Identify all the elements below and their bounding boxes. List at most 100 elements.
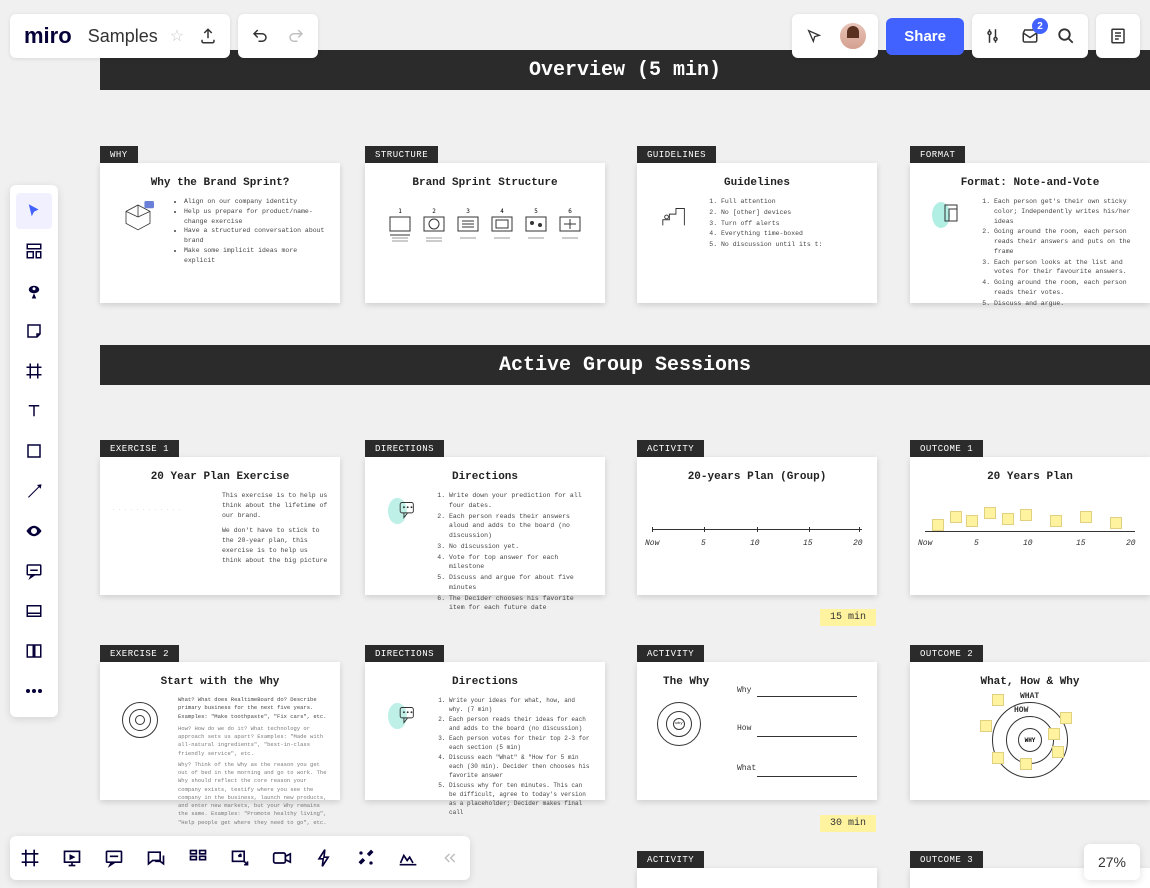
text-tool[interactable] (16, 393, 52, 429)
list-item: No discussion yet. (449, 542, 593, 552)
chat-icon (377, 696, 429, 818)
comments-icon[interactable] (102, 846, 126, 870)
card-outcome-2[interactable]: What, How & Why WHY WHAT HOW (910, 662, 1150, 800)
card-label: DIRECTIONS (365, 645, 444, 663)
card-title: Start with the Why (100, 662, 340, 696)
activity-icon[interactable] (312, 846, 336, 870)
card-label: ACTIVITY (637, 440, 704, 458)
pen-tool[interactable] (16, 273, 52, 309)
card-activity-2[interactable]: The Why why Why How What (637, 662, 877, 800)
tick-label: 5 (701, 539, 706, 548)
chat-panel-icon[interactable] (144, 846, 168, 870)
card-title: Directions (365, 457, 605, 491)
card-text: What? What does RealtimeBoard do? Descri… (178, 696, 328, 721)
card-text: We don't have to stick to the 20-year pl… (222, 526, 328, 565)
presence-group (792, 14, 878, 58)
settings-icon[interactable] (982, 24, 1006, 48)
bottom-toolbar (10, 836, 470, 880)
svg-text:6: 6 (568, 208, 572, 215)
card-text: This exercise is to help us think about … (222, 491, 328, 520)
topbar: miro Samples ☆ Share 2 (0, 0, 1150, 62)
row-label: What (737, 764, 756, 773)
redo-icon[interactable] (284, 24, 308, 48)
card-title: Why the Brand Sprint? (100, 163, 340, 197)
zoom-level[interactable]: 27% (1084, 844, 1140, 880)
list-item: No discussion until its t: (721, 240, 822, 250)
template-tool[interactable] (16, 233, 52, 269)
comment-tool[interactable] (16, 553, 52, 589)
miro-logo[interactable]: miro (20, 23, 76, 49)
card-tool[interactable] (16, 593, 52, 629)
card-activity-3[interactable] (637, 868, 877, 888)
list-item: Each person looks at the list and votes … (994, 258, 1138, 278)
cube-icon (112, 197, 164, 265)
collapse-icon[interactable] (438, 846, 462, 870)
card-format[interactable]: Format: Note-and-Vote Each person get's … (910, 163, 1150, 303)
card-activity-1[interactable]: 20-years Plan (Group) Now 5 10 15 20 (637, 457, 877, 595)
card-exercise-1[interactable]: 20 Year Plan Exercise · · · · · · · · · … (100, 457, 340, 595)
export-icon[interactable] (196, 24, 220, 48)
frame-tool[interactable] (16, 353, 52, 389)
step-sketch-icon: 5 (522, 205, 550, 245)
shape-tool[interactable] (16, 433, 52, 469)
step-sketch-icon: 4 (488, 205, 516, 245)
card-title: 20 Years Plan (910, 457, 1150, 491)
line-tool[interactable] (16, 473, 52, 509)
voting-icon[interactable] (354, 846, 378, 870)
select-tool[interactable] (16, 193, 52, 229)
card-label: STRUCTURE (365, 146, 438, 164)
tick-label: 5 (974, 539, 979, 548)
inbox-icon[interactable]: 2 (1018, 24, 1042, 48)
sticky-tool[interactable] (16, 313, 52, 349)
card-directions-1[interactable]: Directions Write down your prediction fo… (365, 457, 605, 595)
undo-icon[interactable] (248, 24, 272, 48)
screenshare-icon[interactable] (228, 846, 252, 870)
card-label: OUTCOME 2 (910, 645, 983, 663)
present-icon[interactable] (60, 846, 84, 870)
card-label: GUIDELINES (637, 146, 716, 164)
list-item: Going around the room, each person reads… (994, 227, 1138, 256)
svg-text:4: 4 (500, 208, 504, 215)
card-directions-2[interactable]: Directions Write your ideas for what, ho… (365, 662, 605, 800)
search-icon[interactable] (1054, 24, 1078, 48)
card-exercise-2[interactable]: Start with the Why What? What does Realt… (100, 662, 340, 800)
cursor-icon[interactable] (802, 24, 826, 48)
card-label: ACTIVITY (637, 645, 704, 663)
card-label: DIRECTIONS (365, 440, 444, 458)
tick-label: Now (918, 539, 932, 548)
notes-icon[interactable] (1106, 24, 1130, 48)
step-sketch-icon: 1 (386, 205, 414, 245)
list-item: Turn off alerts (721, 219, 822, 229)
card-structure[interactable]: Brand Sprint Structure 1 2 3 4 5 6 (365, 163, 605, 303)
card-guidelines[interactable]: Guidelines Full attention No [other] dev… (637, 163, 877, 303)
row-label: How (737, 724, 751, 733)
ring-label: HOW (1014, 706, 1028, 715)
list-item: No [other] devices (721, 208, 822, 218)
card-why[interactable]: Why the Brand Sprint? Align on our compa… (100, 163, 340, 303)
eye-tool[interactable] (16, 513, 52, 549)
avatar[interactable] (838, 21, 868, 51)
tick-label: 20 (1126, 539, 1136, 548)
kanban-tool[interactable] (16, 633, 52, 669)
list-item: Discuss and argue. (994, 299, 1138, 309)
notification-badge: 2 (1032, 18, 1048, 34)
card-title: Brand Sprint Structure (365, 163, 605, 197)
video-icon[interactable] (270, 846, 294, 870)
star-icon[interactable]: ☆ (170, 26, 184, 46)
card-label: OUTCOME 3 (910, 851, 983, 869)
frames-panel-icon[interactable] (18, 846, 42, 870)
step-sketch-icon: 2 (420, 205, 448, 245)
more-tools-icon[interactable] (16, 673, 52, 709)
canvas[interactable]: Overview (5 min) Active Group Sessions W… (0, 0, 1150, 888)
card-label: WHY (100, 146, 138, 164)
timer-icon[interactable] (396, 846, 420, 870)
cards-panel-icon[interactable] (186, 846, 210, 870)
board-name[interactable]: Samples (88, 26, 158, 47)
bullet: Make some implicit ideas more explicit (184, 246, 328, 266)
share-button[interactable]: Share (886, 18, 964, 55)
svg-text:3: 3 (466, 208, 470, 215)
ring-label: WHAT (1020, 692, 1039, 701)
svg-text:2: 2 (432, 208, 436, 215)
tick-label: Now (645, 539, 659, 548)
card-outcome-1[interactable]: 20 Years Plan Now 5 10 15 20 (910, 457, 1150, 595)
